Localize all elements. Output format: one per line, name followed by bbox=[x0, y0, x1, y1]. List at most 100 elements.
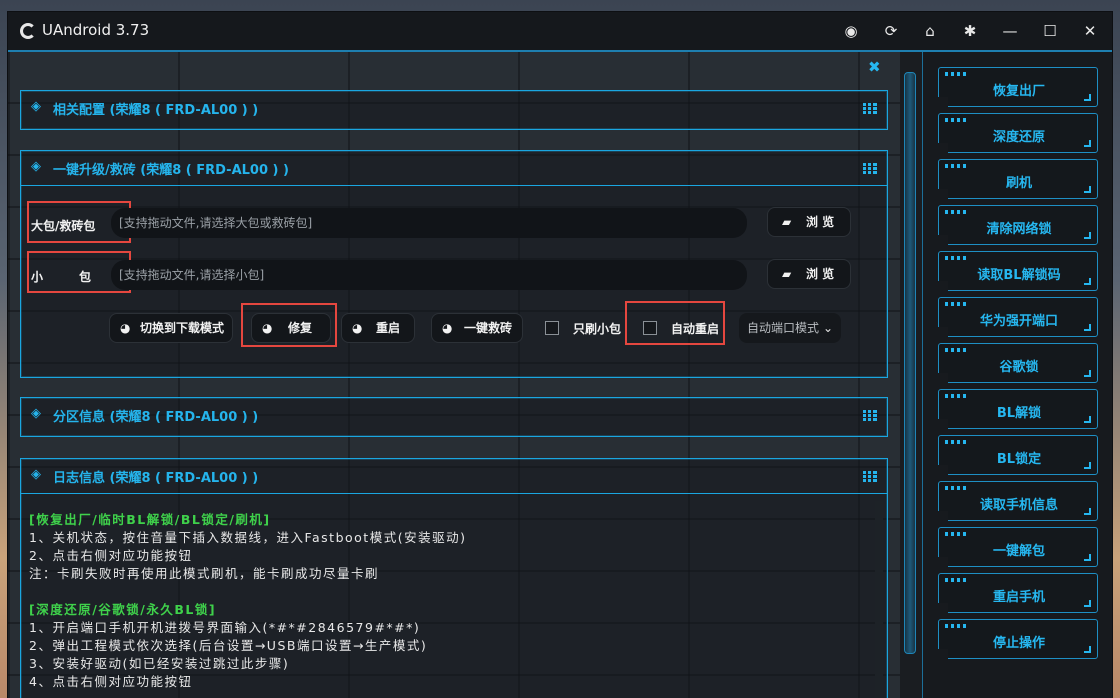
browse-label: 浏 览 bbox=[806, 215, 835, 229]
sidebar-item-label: BL锁定 bbox=[996, 452, 1042, 467]
panel-divider bbox=[21, 493, 887, 494]
dots-decoration bbox=[945, 164, 969, 168]
big-package-input[interactable]: [支持拖动文件,请选择大包或救砖包] bbox=[111, 208, 747, 238]
log-panel-header[interactable]: ◈ 日志信息 (荣耀8 ( FRD-AL00 ) ) bbox=[21, 459, 887, 493]
maximize-icon[interactable]: ☐ bbox=[1039, 20, 1061, 42]
dots-decoration bbox=[945, 624, 969, 628]
log-scrollbar[interactable] bbox=[875, 501, 883, 698]
corner-decoration bbox=[1084, 508, 1091, 515]
reboot-button[interactable]: ◕ 重启 bbox=[341, 313, 415, 343]
folder-icon: ▰ bbox=[782, 267, 792, 281]
close-icon[interactable]: ✕ bbox=[1079, 20, 1101, 42]
sidebar-item-label: 恢复出厂 bbox=[992, 84, 1045, 99]
corner-decoration bbox=[1084, 324, 1091, 331]
button-label: 一键救砖 bbox=[464, 321, 513, 335]
config-panel-title: 相关配置 (荣耀8 ( FRD-AL00 ) ) bbox=[53, 103, 259, 118]
button-label: 重启 bbox=[376, 321, 401, 335]
sidebar-item-label: 一键解包 bbox=[992, 544, 1045, 559]
sidebar-item-bl-unlock[interactable]: BL解锁 bbox=[938, 389, 1098, 429]
grid-icon[interactable] bbox=[863, 162, 877, 174]
log-text: [恢复出厂/临时BL解锁/BL锁定/刷机] 1、关机状态，按住音量下插入数据线，进… bbox=[29, 511, 859, 698]
dots-decoration bbox=[945, 302, 969, 306]
one-click-rescue-button[interactable]: ◕ 一键救砖 bbox=[431, 313, 523, 343]
minimize-icon[interactable]: — bbox=[999, 20, 1021, 42]
upgrade-panel: ◈ 一键升级/救砖 (荣耀8 ( FRD-AL00 ) ) 大包/救砖包 [支持… bbox=[20, 150, 888, 378]
port-mode-value: 自动端口模式 bbox=[747, 321, 820, 335]
sidebar-item-deep-restore[interactable]: 深度还原 bbox=[938, 113, 1098, 153]
corner-decoration bbox=[1084, 370, 1091, 377]
highlight-box bbox=[241, 303, 337, 347]
sidebar-item-flash[interactable]: 刷机 bbox=[938, 159, 1098, 199]
partition-panel: ◈ 分区信息 (荣耀8 ( FRD-AL00 ) ) bbox=[20, 397, 888, 437]
sidebar-item-stop-operation[interactable]: 停止操作 bbox=[938, 619, 1098, 659]
browse-small-button[interactable]: ▰ 浏 览 bbox=[767, 259, 851, 289]
sidebar-item-label: BL解锁 bbox=[996, 406, 1042, 421]
app-title: UAndroid 3.73 bbox=[42, 21, 150, 39]
corner-decoration bbox=[1084, 186, 1091, 193]
sidebar-item-huawei-force-port[interactable]: 华为强开端口 bbox=[938, 297, 1098, 337]
corner-decoration bbox=[1084, 554, 1091, 561]
log-line: 3、安装好驱动(如已经安装过跳过此步骤) bbox=[29, 656, 290, 671]
grid-icon[interactable] bbox=[863, 409, 877, 421]
port-mode-select[interactable]: 自动端口模式 ⌄ bbox=[739, 313, 841, 343]
sidebar-item-factory-reset[interactable]: 恢复出厂 bbox=[938, 67, 1098, 107]
title-bar: UAndroid 3.73 ◉ ⟳ ⌂ ✱ — ☐ ✕ bbox=[8, 12, 1112, 52]
pie-icon: ◕ bbox=[442, 321, 453, 335]
sidebar-item-bl-lock[interactable]: BL锁定 bbox=[938, 435, 1098, 475]
button-label: 切换到下载模式 bbox=[140, 321, 225, 335]
only-small-label: 只刷小包 bbox=[573, 322, 622, 336]
dots-decoration bbox=[945, 440, 969, 444]
sidebar-item-google-lock[interactable]: 谷歌锁 bbox=[938, 343, 1098, 383]
log-line: 注：卡刷失败时再使用此模式刷机，能卡刷成功尽量卡刷 bbox=[29, 566, 380, 581]
folder-icon: ▰ bbox=[782, 215, 792, 229]
corner-decoration bbox=[1084, 278, 1091, 285]
upgrade-panel-header[interactable]: ◈ 一键升级/救砖 (荣耀8 ( FRD-AL00 ) ) bbox=[21, 151, 887, 185]
browse-big-button[interactable]: ▰ 浏 览 bbox=[767, 207, 851, 237]
dots-decoration bbox=[945, 118, 969, 122]
config-panel-header[interactable]: ◈ 相关配置 (荣耀8 ( FRD-AL00 ) ) bbox=[21, 91, 887, 125]
globe-icon[interactable]: ◉ bbox=[840, 20, 862, 42]
sidebar-item-read-phone-info[interactable]: 读取手机信息 bbox=[938, 481, 1098, 521]
upgrade-panel-title: 一键升级/救砖 (荣耀8 ( FRD-AL00 ) ) bbox=[53, 163, 289, 178]
sidebar-item-one-click-unpack[interactable]: 一键解包 bbox=[938, 527, 1098, 567]
dots-decoration bbox=[945, 210, 969, 214]
partition-panel-header[interactable]: ◈ 分区信息 (荣耀8 ( FRD-AL00 ) ) bbox=[21, 398, 887, 432]
close-panel-icon[interactable]: ✖ bbox=[868, 58, 881, 76]
dots-decoration bbox=[945, 394, 969, 398]
gear-icon[interactable]: ✱ bbox=[959, 20, 981, 42]
log-line: 4、点击右侧对应功能按钮 bbox=[29, 674, 193, 689]
main-area: ✖ ◈ 相关配置 (荣耀8 ( FRD-AL00 ) ) ◈ 一键升级/救砖 (… bbox=[8, 52, 900, 698]
refresh-icon[interactable]: ⟳ bbox=[880, 20, 902, 42]
app-logo-icon bbox=[20, 23, 36, 39]
partition-panel-title: 分区信息 (荣耀8 ( FRD-AL00 ) ) bbox=[53, 410, 259, 425]
sidebar-rail bbox=[900, 52, 923, 698]
only-small-checkbox[interactable] bbox=[545, 321, 559, 335]
app-window: UAndroid 3.73 ◉ ⟳ ⌂ ✱ — ☐ ✕ ✖ ◈ 相关配置 (荣耀… bbox=[8, 12, 1112, 698]
home-icon[interactable]: ⌂ bbox=[919, 20, 941, 42]
grid-icon[interactable] bbox=[863, 102, 877, 114]
log-line: 1、关机状态，按住音量下插入数据线，进入Fastboot模式(安装驱动) bbox=[29, 530, 467, 545]
sidebar-item-label: 华为强开端口 bbox=[979, 314, 1058, 329]
layers-icon: ◈ bbox=[31, 99, 41, 114]
layers-icon: ◈ bbox=[31, 159, 41, 174]
sidebar-item-reboot-phone[interactable]: 重启手机 bbox=[938, 573, 1098, 613]
pie-icon: ◕ bbox=[120, 321, 131, 335]
log-panel-title: 日志信息 (荣耀8 ( FRD-AL00 ) ) bbox=[53, 471, 259, 486]
sidebar-item-clear-network-lock[interactable]: 清除网络锁 bbox=[938, 205, 1098, 245]
corner-decoration bbox=[1084, 140, 1091, 147]
layers-icon: ◈ bbox=[31, 467, 41, 482]
log-line: [深度还原/谷歌锁/永久BL锁] bbox=[29, 602, 217, 617]
sidebar-item-read-bl-unlock-code[interactable]: 读取BL解锁码 bbox=[938, 251, 1098, 291]
corner-decoration bbox=[1084, 416, 1091, 423]
corner-decoration bbox=[1084, 232, 1091, 239]
switch-download-mode-button[interactable]: ◕ 切换到下载模式 bbox=[109, 313, 233, 343]
grid-icon[interactable] bbox=[863, 470, 877, 482]
corner-decoration bbox=[1084, 462, 1091, 469]
small-package-input[interactable]: [支持拖动文件,请选择小包] bbox=[111, 260, 747, 290]
chevron-down-icon: ⌄ bbox=[822, 321, 833, 335]
highlight-box bbox=[625, 301, 725, 345]
log-line: [恢复出厂/临时BL解锁/BL锁定/刷机] bbox=[29, 512, 271, 527]
config-panel: ◈ 相关配置 (荣耀8 ( FRD-AL00 ) ) bbox=[20, 90, 888, 130]
dots-decoration bbox=[945, 256, 969, 260]
